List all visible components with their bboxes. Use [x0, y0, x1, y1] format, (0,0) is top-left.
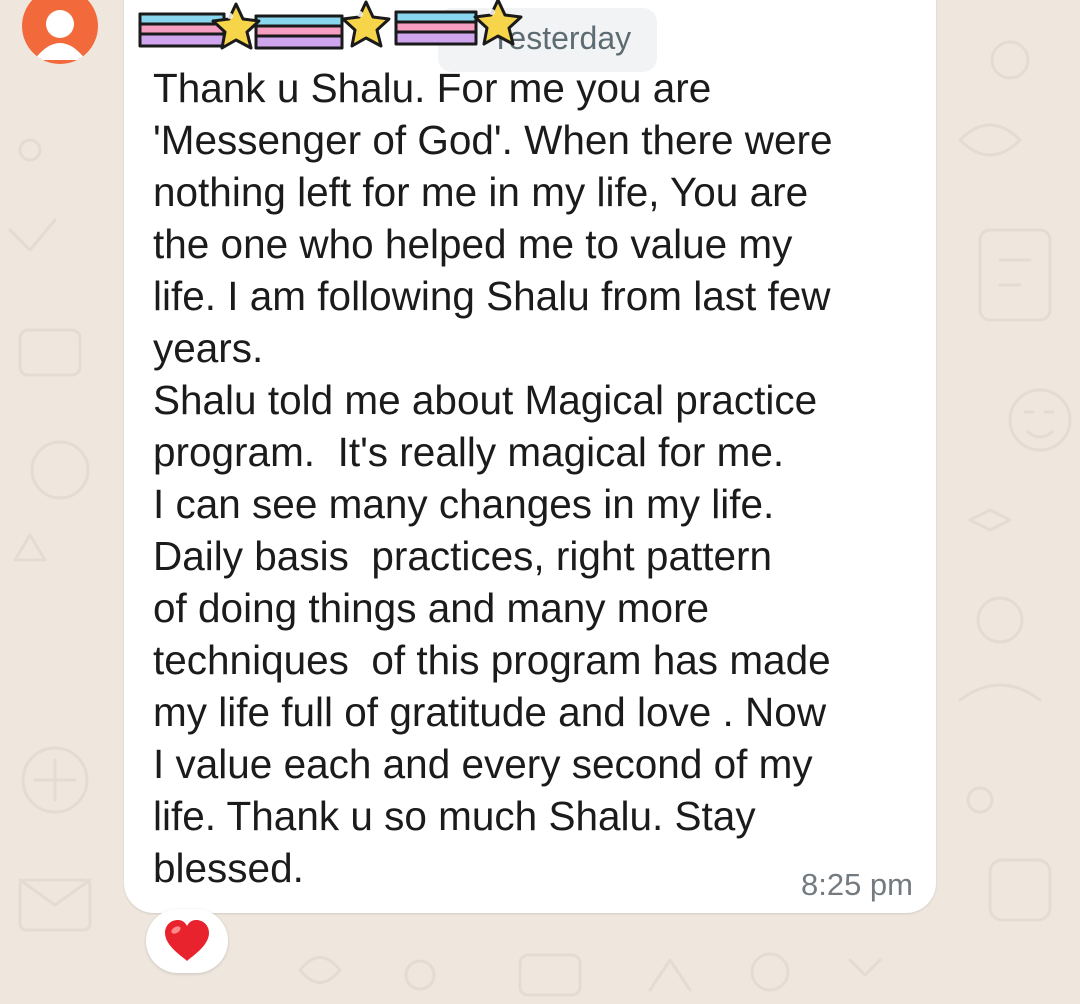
message-text: Thank u Shalu. For me you are 'Messenger… [153, 65, 833, 891]
reaction-badge[interactable] [146, 909, 228, 973]
message-timestamp: 8:25 pm [800, 867, 913, 902]
red-heart-icon [165, 920, 209, 961]
stars-rainbow-sticker [138, 0, 523, 50]
